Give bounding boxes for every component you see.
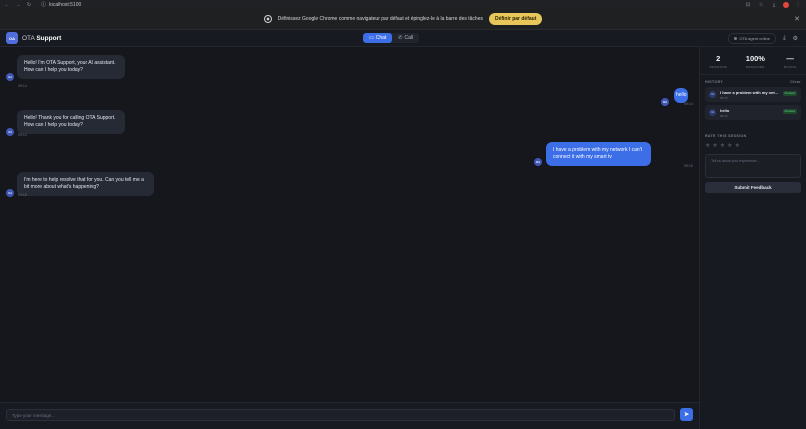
header-actions: OTA agent online ⤓ ⚙ — [728, 33, 798, 44]
message-time: 09:15 — [18, 193, 27, 197]
star-icon[interactable]: ★ — [705, 142, 710, 149]
message-bubble: hello — [674, 88, 688, 103]
star-rating: ★ ★ ★ ★ ★ — [700, 142, 806, 149]
history-label: HISTORY — [705, 80, 724, 84]
stats-panel: 2 SESSIONS 100% RESOLVED — RATING — [700, 47, 806, 75]
tab-chat-label: Chat — [375, 35, 387, 41]
browser-toolbar: ← → ↻ ⓘ localhost:5100 ⊡ ☆ ⤓ ⋮ — [0, 0, 806, 9]
feedback-textarea[interactable]: Tell us about your experience... — [705, 154, 801, 178]
site-info-icon[interactable]: ⓘ — [41, 1, 46, 8]
app-title: OTA Support — [22, 35, 61, 42]
app-title-main: Support — [36, 34, 62, 42]
tab-chat[interactable]: ▭ Chat — [363, 33, 393, 43]
chrome-icon — [263, 15, 272, 23]
app-header: OA OTA Support ▭ Chat ✆ Call OTA agent o… — [0, 30, 806, 47]
stat-sessions: 2 SESSIONS — [709, 54, 727, 74]
star-icon[interactable]: ★ — [720, 142, 725, 149]
rate-header: RATE THIS SESSION — [700, 134, 806, 138]
close-icon[interactable]: ✕ — [794, 15, 800, 23]
message-time: 09:14 — [18, 84, 27, 88]
message-time: 09:14 — [684, 102, 693, 106]
avatar: OA — [6, 128, 14, 136]
history-item[interactable]: OA I have a problem with my net... 09:15… — [705, 87, 801, 102]
reload-icon[interactable]: ↻ — [26, 2, 32, 8]
address-bar[interactable]: ⓘ localhost:5100 — [41, 1, 82, 9]
app-title-prefix: OTA — [22, 34, 35, 42]
message-bubble: I have a problem with my network I can't… — [546, 142, 651, 166]
message-time: 09:14 — [18, 133, 27, 137]
avatar: OA — [709, 91, 716, 98]
history-item-title: hello — [720, 108, 730, 113]
menu-icon[interactable]: ⋮ — [794, 2, 802, 8]
translate-icon[interactable]: ⊡ — [744, 2, 752, 8]
default-browser-infobar: Définissez Google Chrome comme navigateu… — [0, 9, 806, 30]
message-composer: Type your message... ➤ — [0, 402, 699, 429]
stat-label: RATING — [783, 65, 797, 69]
message-bubble: I'm here to help resolve that for you. C… — [17, 172, 154, 196]
avatar: ME — [534, 158, 542, 166]
infobar-message: Définissez Google Chrome comme navigateu… — [277, 16, 483, 22]
message-bubble: Hello! I'm OTA Support, your AI assistan… — [17, 55, 125, 79]
stat-value: 100% — [745, 54, 765, 63]
profile-avatar[interactable] — [783, 1, 789, 8]
chat-messages[interactable]: Hello! I'm OTA Support, your AI assistan… — [0, 47, 699, 402]
status-text: OTA agent online — [739, 36, 770, 41]
avatar: OA — [6, 73, 14, 81]
stat-label: RESOLVED — [746, 65, 765, 69]
sidebar: 2 SESSIONS 100% RESOLVED — RATING HISTOR… — [699, 47, 806, 429]
phone-icon: ✆ — [398, 35, 403, 41]
download-icon[interactable]: ⤓ — [783, 35, 786, 42]
tab-call[interactable]: ✆ Call — [392, 33, 419, 43]
message-time: 09:15 — [684, 164, 693, 168]
message-bubble: Hello! Thank you for calling OTA Support… — [17, 110, 125, 134]
url-text: localhost:5100 — [49, 1, 82, 8]
download-icon[interactable]: ⤓ — [770, 2, 778, 8]
avatar: OA — [709, 109, 716, 116]
submit-feedback-button[interactable]: Submit Feedback — [705, 182, 801, 193]
send-icon: ➤ — [683, 412, 690, 418]
history-header: HISTORY Clear — [700, 80, 806, 84]
rate-label: RATE THIS SESSION — [705, 134, 747, 138]
message-input[interactable]: Type your message... — [6, 409, 675, 421]
bookmark-icon[interactable]: ☆ — [757, 2, 765, 8]
star-icon[interactable]: ★ — [727, 142, 732, 149]
history-item-title: I have a problem with my net... — [720, 90, 778, 95]
stat-value: 2 — [716, 54, 721, 63]
back-icon[interactable]: ← — [4, 2, 10, 8]
stat-resolved: 100% RESOLVED — [746, 54, 765, 74]
status-badge: Resolved — [782, 91, 797, 96]
chat-icon: ▭ — [369, 35, 374, 41]
star-icon[interactable]: ★ — [712, 142, 717, 149]
stat-value: — — [786, 54, 794, 63]
set-default-button[interactable]: Définir par défaut — [488, 13, 543, 25]
forward-icon[interactable]: → — [15, 2, 21, 8]
mode-toggle: ▭ Chat ✆ Call — [363, 33, 420, 43]
history-item-time: 09:15 — [720, 96, 728, 100]
send-button[interactable]: ➤ — [680, 408, 693, 421]
history-item-time: 09:14 — [720, 114, 728, 118]
tab-call-label: Call — [404, 35, 414, 41]
avatar: ME — [661, 98, 669, 106]
star-icon[interactable]: ★ — [735, 142, 740, 149]
gear-icon[interactable]: ⚙ — [793, 35, 798, 42]
stat-rating: — RATING — [784, 54, 797, 74]
avatar: OA — [6, 189, 14, 197]
status-badge: Resolved — [782, 109, 797, 114]
stat-label: SESSIONS — [709, 65, 728, 69]
app-logo: OA — [6, 32, 18, 44]
clear-history-button[interactable]: Clear — [790, 80, 801, 84]
status-dot-icon — [734, 37, 738, 40]
history-item[interactable]: OA hello 09:14 Resolved — [705, 105, 801, 120]
status-badge: OTA agent online — [728, 33, 776, 44]
